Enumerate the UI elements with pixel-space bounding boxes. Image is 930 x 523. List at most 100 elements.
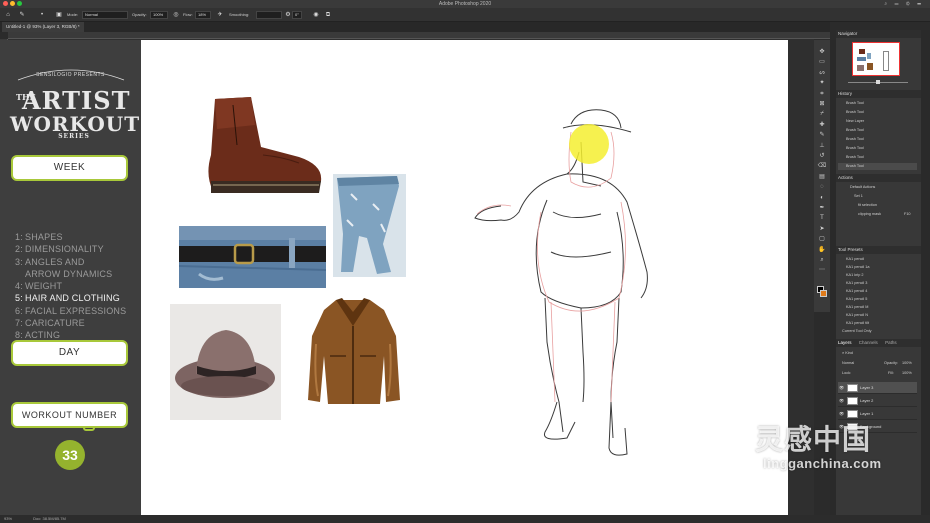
tab-layers[interactable]: Layers <box>838 340 852 345</box>
healing-tool-icon[interactable]: ✚ <box>817 121 827 129</box>
actions-panel-header[interactable]: Actions <box>836 174 921 182</box>
gradient-tool-icon[interactable]: ▤ <box>817 173 827 181</box>
week-item[interactable]: 6: FACIAL EXPRESSIONS <box>15 305 140 317</box>
layer-kind-select[interactable]: Kind <box>845 351 853 355</box>
pen-tool-icon[interactable]: ✒ <box>817 204 827 212</box>
current-tool-only-checkbox[interactable]: Current Tool Only <box>838 328 917 335</box>
week-button[interactable]: WEEK <box>11 155 128 181</box>
frame-tool-icon[interactable]: ⊠ <box>817 100 827 108</box>
pressure-size-icon[interactable]: ◉ <box>312 11 320 19</box>
eye-icon[interactable]: 👁 <box>839 395 844 407</box>
action-item[interactable]: fit selection <box>838 202 917 209</box>
more-tools-icon[interactable]: ⋯ <box>817 266 827 274</box>
action-item[interactable]: Default Actions <box>838 184 917 191</box>
layer-thumbnail <box>847 384 858 392</box>
quick-select-tool-icon[interactable]: ✦ <box>817 79 827 87</box>
eyedropper-tool-icon[interactable]: ⌿ <box>817 110 827 118</box>
tool-preset-item[interactable]: KA1 krip 2 <box>838 272 917 279</box>
week-item[interactable]: 5: HAIR AND CLOTHING <box>15 292 140 304</box>
history-item[interactable]: Brush Tool <box>838 127 917 134</box>
angle-field[interactable]: 0° <box>292 11 302 19</box>
move-tool-icon[interactable]: ✥ <box>817 48 827 56</box>
brush-preset-icon[interactable]: ✎ <box>18 11 26 19</box>
action-item[interactable]: Set 1 <box>838 193 917 200</box>
history-item[interactable]: Brush Tool <box>838 100 917 107</box>
week-item[interactable]: 1: SHAPES <box>15 231 140 243</box>
tool-preset-item[interactable]: KA1 pencil 1a <box>838 264 917 271</box>
tool-preset-item[interactable]: KA1 pencil 5 <box>838 296 917 303</box>
tools-panel: ✥ ▭ ᔕ ✦ ⌗ ⊠ ⌿ ✚ ✎ ⊥ ↺ ⌫ ▤ ◌ ◐ ✒ T ➤ ▢ ✋ ⌕ ⋯ <box>814 40 830 312</box>
zoom-level[interactable]: 93% <box>4 516 12 521</box>
layer-row[interactable]: 👁 Layer 3 <box>838 382 917 394</box>
tab-paths[interactable]: Paths <box>885 340 897 345</box>
marquee-tool-icon[interactable]: ▭ <box>817 58 827 66</box>
week-item[interactable]: 7: CARICATURE <box>15 317 140 329</box>
week-label: ANGLES AND <box>25 256 85 267</box>
stamp-tool-icon[interactable]: ⊥ <box>817 142 827 150</box>
history-item[interactable]: Brush Tool <box>838 109 917 116</box>
document-tab[interactable]: Untitled-1 @ 93% (Layer 3, RGB/8) * <box>2 22 84 32</box>
week-label: CARICATURE <box>25 318 85 329</box>
blend-mode-select[interactable]: Normal <box>842 361 854 365</box>
layer-row[interactable]: 👁 Layer 2 <box>838 395 917 407</box>
eye-icon[interactable]: 👁 <box>839 382 844 394</box>
brush-size-icon[interactable]: • <box>38 11 46 19</box>
week-item[interactable]: 4: WEIGHT <box>15 280 140 292</box>
week-label: FACIAL EXPRESSIONS <box>25 305 127 316</box>
type-tool-icon[interactable]: T <box>817 214 827 222</box>
workout-number-button[interactable]: WORKOUT NUMBER <box>11 402 128 428</box>
layer-name: Layer 3 <box>860 385 874 390</box>
smoothing-field[interactable] <box>256 11 282 19</box>
history-item[interactable]: Brush Tool <box>838 145 917 152</box>
shape-tool-icon[interactable]: ▢ <box>817 235 827 243</box>
tool-preset-item[interactable]: KA1 pencil 3 <box>838 280 917 287</box>
week-item[interactable]: 3: ANGLES AND <box>15 256 140 268</box>
options-bar: ⌂ ✎ • ▣ Mode: Normal Opacity: 100% ◎ Flo… <box>0 8 930 22</box>
crop-tool-icon[interactable]: ⌗ <box>817 90 827 98</box>
tool-preset-item[interactable]: KA1 pencil tilt <box>838 320 917 327</box>
tab-channels[interactable]: Channels <box>859 340 878 345</box>
layer-fill-field[interactable]: 100% <box>902 370 912 377</box>
home-icon[interactable]: ⌂ <box>4 11 12 19</box>
week-item[interactable]: ARROW DYNAMICS <box>15 268 140 280</box>
mode-select[interactable]: Normal <box>82 11 128 19</box>
airbrush-icon[interactable]: ✈ <box>216 11 224 19</box>
history-brush-icon[interactable]: ↺ <box>817 152 827 160</box>
opacity-label: Opacity: <box>132 12 147 17</box>
path-select-tool-icon[interactable]: ➤ <box>817 225 827 233</box>
history-item[interactable]: New Layer <box>838 118 917 125</box>
history-item[interactable]: Brush Tool <box>838 154 917 161</box>
brush-tool-icon[interactable]: ✎ <box>817 131 827 139</box>
navigator-panel-header[interactable]: Navigator <box>836 30 921 38</box>
eraser-tool-icon[interactable]: ⌫ <box>817 162 827 170</box>
layer-opacity-label: Opacity: <box>884 361 898 365</box>
tool-preset-item[interactable]: KA1 pencil N <box>838 312 917 319</box>
hand-tool-icon[interactable]: ✋ <box>817 246 827 254</box>
day-button[interactable]: DAY <box>11 340 128 366</box>
brush-settings-icon[interactable]: ▣ <box>55 11 63 19</box>
tool-preset-item[interactable]: KA1 pencil 4 <box>838 288 917 295</box>
dodge-tool-icon[interactable]: ◐ <box>817 194 827 202</box>
tool-preset-item[interactable]: KA1 pencil <box>838 256 917 263</box>
layer-filter[interactable]: ⌕ Kind <box>838 350 917 357</box>
layer-opacity-field[interactable]: 100% <box>902 360 912 367</box>
blur-tool-icon[interactable]: ◌ <box>817 183 827 191</box>
history-item[interactable]: Brush Tool <box>838 136 917 143</box>
history-item[interactable]: Brush Tool <box>838 163 917 170</box>
tool-presets-panel-header[interactable]: Tool Presets <box>836 246 921 254</box>
week-item[interactable]: 2: DIMENSIONALITY <box>15 243 140 255</box>
smoothing-settings-icon[interactable]: ⚙ <box>284 11 292 19</box>
pressure-opacity-icon[interactable]: ◎ <box>172 11 180 19</box>
document-canvas[interactable] <box>141 40 788 515</box>
layer-name: Layer 2 <box>860 398 874 403</box>
flow-field[interactable]: 18% <box>195 11 211 19</box>
opacity-field[interactable]: 100% <box>150 11 168 19</box>
lasso-tool-icon[interactable]: ᔕ <box>817 69 827 77</box>
navigator-thumbnail[interactable] <box>852 42 900 76</box>
zoom-tool-icon[interactable]: ⌕ <box>817 256 827 264</box>
background-color-swatch[interactable] <box>820 290 827 297</box>
tool-preset-item[interactable]: KA1 pencil M <box>838 304 917 311</box>
navigator-zoom-slider[interactable] <box>838 80 918 84</box>
history-panel-header[interactable]: History <box>836 90 921 98</box>
symmetry-icon[interactable]: ⧉ <box>324 11 332 19</box>
